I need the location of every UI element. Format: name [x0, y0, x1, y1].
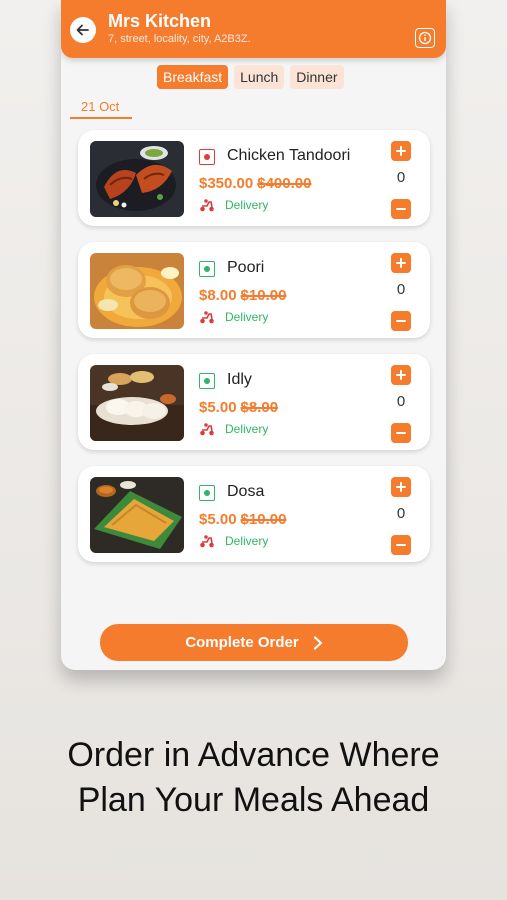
quantity-value: 0: [396, 393, 406, 410]
date-underline: [70, 117, 132, 119]
complete-order-button[interactable]: Complete Order: [100, 624, 408, 661]
item-price: $350.00 $400.00: [199, 175, 311, 192]
item-price: $8.00 $10.00: [199, 287, 286, 304]
promo-line-1: Order in Advance Where: [67, 736, 440, 774]
quantity-value: 0: [396, 281, 406, 298]
decrease-qty-button[interactable]: [391, 535, 411, 555]
current-price: $5.00: [199, 511, 237, 528]
food-image-poori: [90, 253, 184, 329]
decrease-qty-button[interactable]: [391, 423, 411, 443]
current-price: $8.00: [199, 287, 237, 304]
plus-icon: [396, 482, 406, 492]
complete-order-label: Complete Order: [185, 634, 299, 651]
quantity-value: 0: [396, 169, 406, 186]
item-name: Chicken Tandoori: [227, 147, 351, 164]
current-price: $350.00: [199, 175, 254, 192]
increase-qty-button[interactable]: [391, 477, 411, 497]
food-image-dosa: [90, 477, 184, 553]
food-image-idly: [90, 365, 184, 441]
app-header: Mrs Kitchen 7, street, locality, city, A…: [61, 0, 446, 58]
decrease-qty-button[interactable]: [391, 311, 411, 331]
food-image-chicken-tandoori: [90, 141, 184, 217]
minus-icon: [396, 320, 406, 322]
original-price: $10.00: [240, 511, 287, 528]
info-button[interactable]: [415, 28, 435, 48]
arrow-left-icon: [76, 24, 89, 36]
plus-icon: [396, 258, 406, 268]
menu-item-card: Idly $5.00 $8.00 Delivery 0: [78, 354, 430, 450]
increase-qty-button[interactable]: [391, 253, 411, 273]
delivery-label: Delivery: [199, 534, 268, 548]
increase-qty-button[interactable]: [391, 365, 411, 385]
veg-mark-icon: [199, 485, 215, 501]
scooter-icon: [200, 199, 214, 212]
scooter-icon: [200, 311, 214, 324]
scooter-icon: [200, 535, 214, 548]
minus-icon: [396, 208, 406, 210]
non-veg-mark-icon: [199, 149, 215, 165]
delivery-text: Delivery: [225, 310, 269, 324]
delivery-text: Delivery: [225, 534, 269, 548]
plus-icon: [396, 146, 406, 156]
tab-lunch[interactable]: Lunch: [234, 65, 285, 89]
original-price: $400.00: [257, 175, 312, 192]
tab-dinner[interactable]: Dinner: [290, 65, 344, 89]
menu-item-card: Poori $8.00 $10.00 Delivery 0: [78, 242, 430, 338]
quantity-value: 0: [396, 505, 406, 522]
minus-icon: [396, 544, 406, 546]
item-name: Idly: [227, 371, 252, 388]
menu-item-card: Dosa $5.00 $10.00 Delivery 0: [78, 466, 430, 562]
delivery-label: Delivery: [199, 310, 268, 324]
item-name: Dosa: [227, 483, 265, 500]
delivery-label: Delivery: [199, 198, 268, 212]
promo-tagline: Order in Advance Where Plan Your Meals A…: [0, 733, 507, 823]
veg-mark-icon: [199, 373, 215, 389]
delivery-text: Delivery: [225, 422, 269, 436]
delivery-label: Delivery: [199, 422, 268, 436]
kitchen-address: 7, street, locality, city, A2B3Z.: [108, 33, 251, 45]
minus-icon: [396, 432, 406, 434]
date-label[interactable]: 21 Oct: [81, 99, 119, 114]
tab-breakfast[interactable]: Breakfast: [157, 65, 229, 89]
delivery-text: Delivery: [225, 198, 269, 212]
scooter-icon: [200, 423, 214, 436]
original-price: $10.00: [240, 287, 287, 304]
info-icon: [418, 31, 432, 45]
original-price: $8.00: [240, 399, 279, 416]
decrease-qty-button[interactable]: [391, 199, 411, 219]
increase-qty-button[interactable]: [391, 141, 411, 161]
kitchen-title: Mrs Kitchen: [108, 11, 212, 31]
app-screen: Mrs Kitchen 7, street, locality, city, A…: [61, 0, 446, 670]
item-price: $5.00 $8.00: [199, 399, 278, 416]
meal-tabs: Breakfast Lunch Dinner: [157, 65, 344, 89]
current-price: $5.00: [199, 399, 237, 416]
chevron-right-icon: [313, 635, 322, 650]
menu-item-card: Chicken Tandoori $350.00 $400.00 Delivery…: [78, 130, 430, 226]
back-button[interactable]: [70, 17, 96, 43]
veg-mark-icon: [199, 261, 215, 277]
promo-line-2: Plan Your Meals Ahead: [77, 781, 430, 819]
plus-icon: [396, 370, 406, 380]
item-name: Poori: [227, 259, 265, 276]
item-price: $5.00 $10.00: [199, 511, 286, 528]
